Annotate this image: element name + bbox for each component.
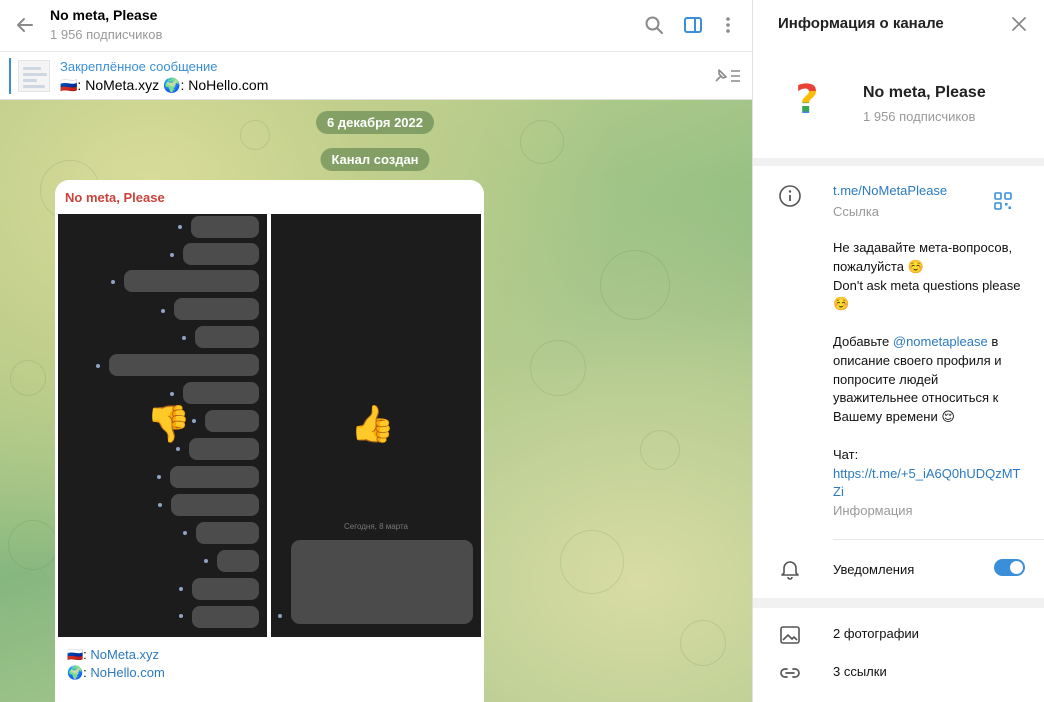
question-mark-logo: ?: [795, 77, 819, 123]
screenshot-date-caption: Сегодня, 8 марта: [343, 522, 409, 531]
channel-name: No meta, Please: [863, 84, 986, 101]
notifications-toggle[interactable]: [994, 559, 1025, 576]
description-label: Информация: [833, 503, 913, 519]
thumbs-up-emoji: 👍: [350, 403, 395, 444]
channel-link[interactable]: t.me/NoMetaPlease: [833, 183, 947, 198]
globe-prefix: 🌍:: [67, 665, 91, 680]
photos-count: 2 фотографии: [833, 626, 919, 641]
service-message: Канал создан: [320, 148, 430, 171]
info-panel-title: Информация о канале: [778, 15, 944, 32]
post-photo-right[interactable]: 👍 Сегодня, 8 марта: [271, 214, 481, 637]
pinned-title: Закреплённое сообщение: [60, 59, 218, 74]
sidebar-toggle-icon[interactable]: [681, 13, 705, 37]
divider: [833, 539, 1044, 540]
thumbs-down-emoji: 👎: [146, 403, 191, 444]
pin-list-icon[interactable]: [712, 66, 742, 86]
chat-label: Чат:: [833, 446, 859, 462]
description-add-prefix: Добавьте: [833, 333, 893, 349]
date-separator: 6 декабря 2022: [316, 111, 434, 134]
search-icon[interactable]: [642, 13, 666, 37]
more-vertical-icon[interactable]: [716, 13, 740, 37]
pinned-accent-bar: [9, 58, 11, 94]
post-author[interactable]: No meta, Please: [65, 190, 165, 205]
nometa-link[interactable]: NoMeta.xyz: [90, 647, 159, 662]
link-icon: [778, 661, 802, 685]
info-icon: [778, 184, 802, 208]
photos-row[interactable]: 2 фотографии: [753, 616, 1044, 654]
description-en: Don't ask meta questions please ☺️: [833, 277, 1021, 312]
russia-flag-prefix: 🇷🇺:: [67, 647, 91, 662]
post-photo-left[interactable]: 👎: [58, 214, 267, 637]
back-arrow-icon[interactable]: [13, 13, 37, 37]
chat-header: No meta, Please 1 956 подписчиков: [0, 0, 752, 52]
channel-link-label: Ссылка: [833, 204, 880, 219]
links-row[interactable]: 3 ссылки: [753, 654, 1044, 692]
chat-invite-link[interactable]: https://t.me/+5_iA6Q0hUDQzMTZi: [833, 466, 1020, 500]
mention-link[interactable]: @nometaplease: [893, 334, 988, 349]
qr-code-icon[interactable]: [993, 191, 1013, 211]
bell-icon: [778, 557, 802, 581]
info-header: Информация о канале ? No meta, Please 1 …: [753, 0, 1044, 158]
chat-subscriber-count: 1 956 подписчиков: [50, 27, 163, 42]
pinned-message-bar[interactable]: Закреплённое сообщение 🇷🇺: NoMeta.xyz 🌍:…: [0, 52, 752, 100]
pinned-text: 🇷🇺: NoMeta.xyz 🌍: NoHello.com: [60, 77, 269, 93]
pinned-thumbnail: [18, 60, 50, 92]
chat-title[interactable]: No meta, Please: [50, 7, 157, 23]
photo-icon: [778, 623, 802, 647]
notifications-label: Уведомления: [833, 562, 915, 577]
post-line-nometa: 🇷🇺: NoMeta.xyz: [67, 647, 159, 663]
channel-post[interactable]: No meta, Please 👎 👍 Сегодня, 8 марта 🇷🇺:…: [55, 180, 484, 702]
toggle-knob: [1010, 561, 1023, 574]
channel-info-panel: Информация о канале ? No meta, Please 1 …: [752, 0, 1044, 702]
channel-subscriber-count: 1 956 подписчиков: [863, 109, 976, 124]
info-details: t.me/NoMetaPlease Ссылка Не задавайте ме…: [753, 166, 1044, 598]
channel-avatar[interactable]: ?: [787, 80, 827, 120]
links-count: 3 ссылки: [833, 664, 887, 679]
screenshot-message-bubble: [291, 540, 473, 624]
post-line-nohello: 🌍: NoHello.com: [67, 665, 165, 681]
description-ru: Не задавайте мета-вопросов, пожалуйста ☺…: [833, 240, 1016, 274]
chat-pane: No meta, Please 1 956 подписчиков Закреп…: [0, 0, 752, 702]
channel-description: Не задавайте мета-вопросов, пожалуйста ☺…: [833, 239, 1022, 521]
nohello-link[interactable]: NoHello.com: [90, 665, 164, 680]
close-icon[interactable]: [1009, 14, 1029, 34]
shared-media: 2 фотографии 3 ссылки: [753, 608, 1044, 702]
